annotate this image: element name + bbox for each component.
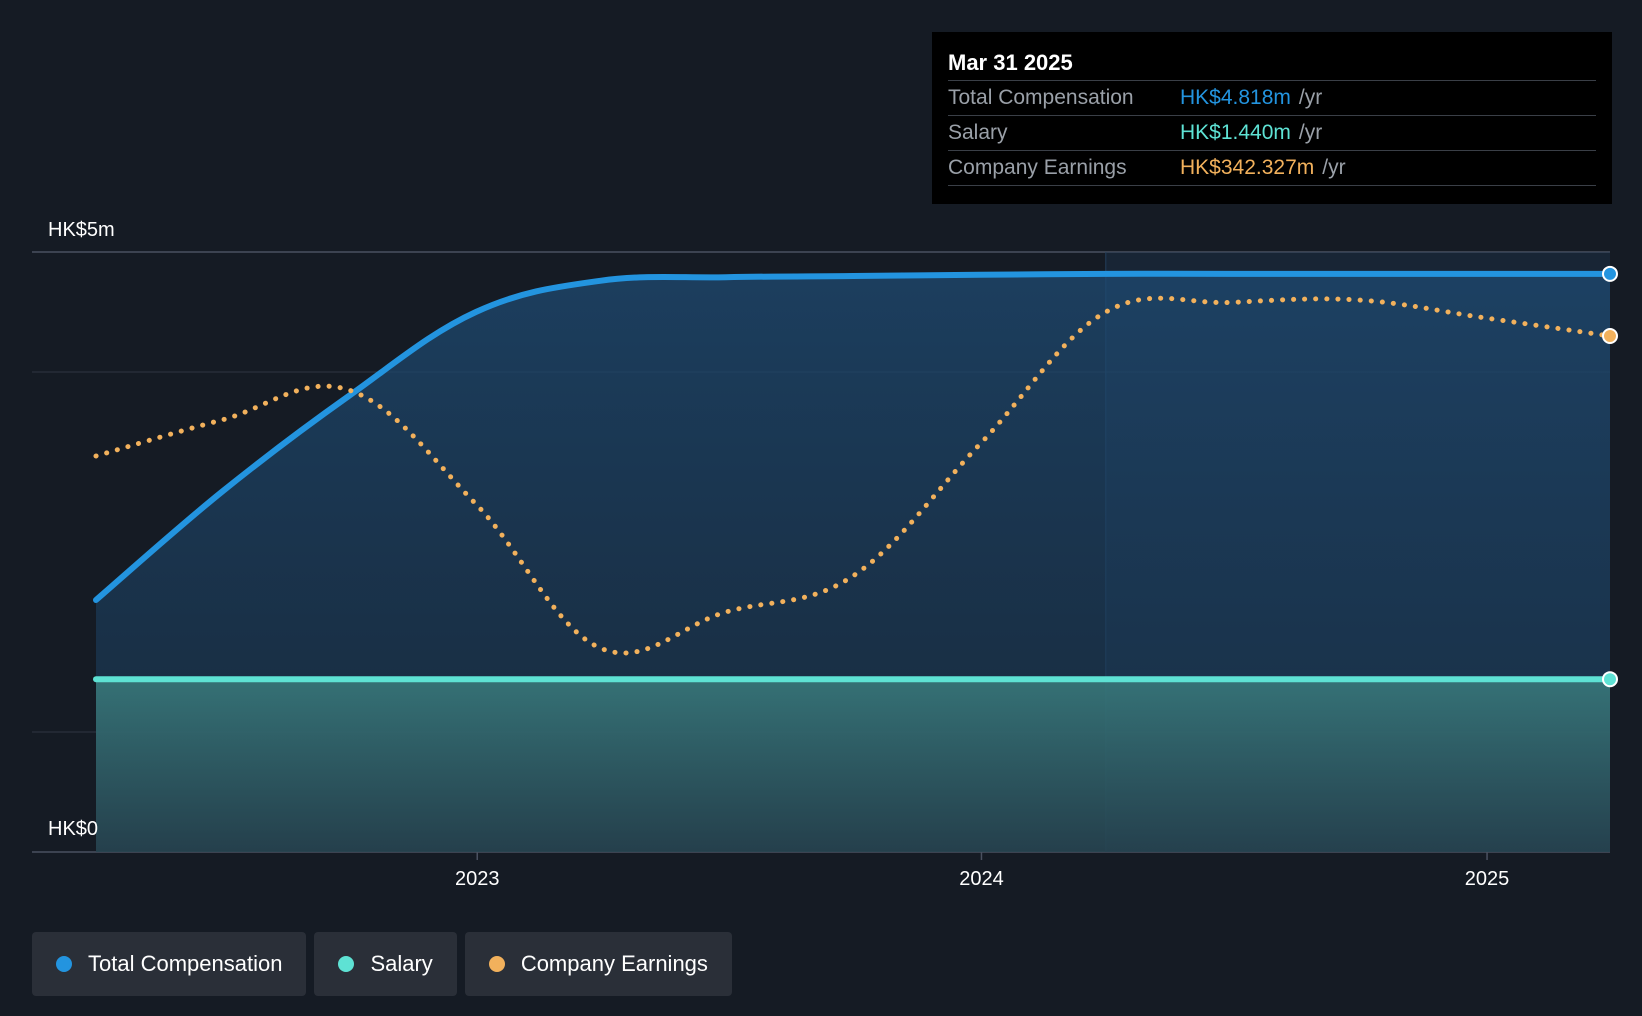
tooltip-value: HK$1.440m (1180, 121, 1291, 144)
legend-label: Total Compensation (88, 951, 283, 976)
tooltip-date: Mar 31 2025 (948, 50, 1073, 75)
tooltip-unit: /yr (1298, 121, 1323, 144)
tooltip: Mar 31 2025 Total Compensation HK$4.818m… (932, 32, 1612, 204)
x-tick-label: 2024 (959, 868, 1004, 890)
salary-endpoint (1602, 671, 1618, 688)
x-tick-label: 2025 (1465, 868, 1510, 890)
legend-label: Company Earnings (520, 951, 708, 976)
legend: Total Compensation Salary Company Earnin… (32, 932, 732, 996)
tooltip-row-company-earnings: Company Earnings HK$342.327m /yr (948, 150, 1596, 186)
legend-item-company-earnings[interactable]: Company Earnings (464, 932, 732, 996)
tooltip-row-total-compensation: Total Compensation HK$4.818m /yr (948, 80, 1596, 115)
series-areas (96, 273, 1610, 853)
legend-item-salary[interactable]: Salary (314, 932, 457, 996)
x-tick-label: 2023 (455, 868, 500, 890)
tooltip-value: HK$4.818m (1180, 86, 1291, 109)
tooltip-label: Company Earnings (948, 156, 1127, 179)
salary-area (96, 679, 1610, 852)
tooltip-label: Total Compensation (948, 86, 1134, 109)
legend-dot-icon (338, 956, 355, 972)
tooltip-row-salary: Salary HK$1.440m /yr (948, 115, 1596, 150)
total-compensation-endpoint (1602, 265, 1618, 282)
legend-item-total-compensation[interactable]: Total Compensation (32, 932, 307, 996)
company-earnings-endpoint (1602, 328, 1618, 344)
tooltip-value: HK$342.327m (1180, 156, 1315, 179)
legend-dot-icon (488, 956, 505, 972)
tooltip-unit: /yr (1322, 156, 1346, 179)
tooltip-label: Salary (948, 121, 1008, 144)
legend-label: Salary (370, 951, 433, 976)
y-label-top: HK$5m (48, 219, 115, 241)
x-axis: 2023 2024 2025 (455, 852, 1509, 890)
legend-dot-icon (56, 956, 72, 972)
y-label-bottom: HK$0 (48, 818, 98, 840)
tooltip-unit: /yr (1298, 86, 1323, 109)
